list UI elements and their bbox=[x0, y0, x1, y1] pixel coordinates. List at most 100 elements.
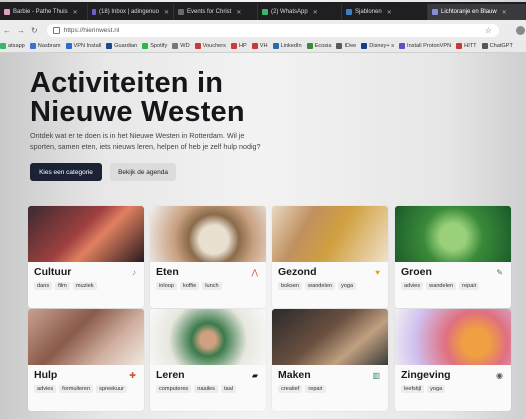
tag-list: boksen wandelen yoga bbox=[278, 282, 384, 290]
bookmark-favicon-icon bbox=[336, 43, 343, 49]
tag-list: inloop koffie lunch bbox=[156, 282, 262, 290]
tag-chip[interactable]: repair bbox=[459, 282, 480, 290]
tag-chip[interactable]: boksen bbox=[278, 282, 303, 290]
tag-chip[interactable]: advies bbox=[401, 282, 424, 290]
address-bar[interactable]: https://hierinwest.nl bbox=[46, 23, 499, 37]
bookmark-item[interactable]: Ecosia bbox=[306, 43, 331, 49]
category-card-zingeving[interactable]: Zingeving ◉ leefstijl yoga bbox=[395, 309, 511, 411]
bookmark-label: Nasbram bbox=[37, 43, 61, 49]
tag-chip[interactable]: naailes bbox=[194, 385, 218, 393]
category-card-hulp[interactable]: Hulp ✚ advies formulieren spreekuur bbox=[28, 309, 144, 411]
tag-chip[interactable]: wandelen bbox=[426, 282, 457, 290]
close-tab-icon[interactable]: ✕ bbox=[73, 9, 78, 16]
tag-chip[interactable]: taal bbox=[220, 385, 236, 393]
profile-avatar[interactable] bbox=[515, 25, 525, 35]
category-title: Hulp bbox=[34, 369, 58, 381]
screen: Barbie - Pathe Thuis ✕ (18) Inbox | ading… bbox=[0, 0, 526, 419]
tag-chip[interactable]: film bbox=[55, 282, 70, 290]
tag-chip[interactable]: yoga bbox=[338, 282, 357, 290]
tag-chip[interactable]: inloop bbox=[156, 282, 177, 290]
reload-icon[interactable]: ↻ bbox=[31, 26, 38, 35]
tag-chip[interactable]: creatief bbox=[278, 385, 303, 393]
bookmark-item[interactable]: Install ProtonVPN bbox=[399, 43, 451, 49]
back-icon[interactable]: ← bbox=[3, 26, 11, 35]
plant-icon: ✎ bbox=[496, 268, 503, 277]
bookmark-favicon-icon bbox=[456, 43, 463, 49]
tag-chip[interactable]: formulieren bbox=[59, 385, 94, 393]
category-title: Gezond bbox=[278, 266, 317, 278]
choose-category-button[interactable]: Kies een categorie bbox=[30, 163, 102, 181]
tab-whatsapp[interactable]: (2) WhatsApp ✕ bbox=[258, 4, 342, 20]
tab-label: Sjablonen bbox=[355, 9, 382, 15]
food-icon: ⋀ bbox=[251, 268, 258, 277]
tab-bar: Barbie - Pathe Thuis ✕ (18) Inbox | ading… bbox=[0, 2, 526, 20]
bookmark-label: atsapp bbox=[8, 43, 25, 49]
category-title: Groen bbox=[401, 266, 432, 278]
bookmark-item[interactable]: Nasbram bbox=[29, 43, 61, 49]
bookmark-item[interactable]: ChatGPT bbox=[481, 43, 513, 49]
bookmark-label: VPN Install bbox=[73, 43, 102, 49]
bookmark-item[interactable]: atsapp bbox=[0, 43, 25, 49]
bookmark-favicon-icon bbox=[29, 43, 36, 49]
category-card-maken[interactable]: Maken ▥ creatief repair bbox=[272, 309, 388, 411]
close-tab-icon[interactable]: ✕ bbox=[236, 9, 241, 16]
tag-chip[interactable]: yoga bbox=[427, 385, 446, 393]
close-tab-icon[interactable]: ✕ bbox=[502, 9, 507, 16]
category-photo bbox=[395, 206, 511, 262]
bookmark-favicon-icon bbox=[65, 43, 72, 49]
bookmark-favicon-icon bbox=[0, 43, 6, 49]
tag-list: advies wandelen repair bbox=[401, 282, 507, 290]
bookmark-label: ChatGPT bbox=[489, 43, 513, 49]
tab-barbie[interactable]: Barbie - Pathe Thuis ✕ bbox=[0, 4, 88, 20]
category-card-eten[interactable]: Eten ⋀ inloop koffie lunch bbox=[150, 206, 266, 308]
tag-chip[interactable]: repair bbox=[305, 385, 326, 393]
tag-chip[interactable]: computeres bbox=[156, 385, 192, 393]
bookmark-item[interactable]: LinkedIn bbox=[272, 43, 302, 49]
tab-inbox[interactable]: (18) Inbox | adingenuo ✕ bbox=[88, 4, 174, 20]
bookmark-item[interactable]: Vouchers bbox=[194, 43, 226, 49]
bookmark-item[interactable]: Spotify bbox=[142, 43, 167, 49]
tag-chip[interactable]: leefstijl bbox=[401, 385, 425, 393]
address-toolbar: ← → ↻ https://hierinwest.nl ☆ bbox=[0, 20, 526, 40]
forward-icon[interactable]: → bbox=[17, 26, 25, 35]
category-photo bbox=[28, 309, 144, 365]
category-photo bbox=[395, 309, 511, 365]
web-page: Activiteiten in Nieuwe Westen Ontdek wat… bbox=[0, 53, 526, 419]
tab-events[interactable]: Events for Christ ✕ bbox=[174, 4, 258, 20]
bookmark-item[interactable]: VH bbox=[251, 43, 268, 49]
address-url: https://hierinwest.nl bbox=[63, 26, 120, 34]
close-tab-icon[interactable]: ✕ bbox=[313, 9, 318, 16]
music-icon: ♪ bbox=[132, 268, 136, 277]
tab-lichtoranje[interactable]: Lichtoranje en Blauw ✕ bbox=[428, 4, 526, 20]
tab-sjablonen[interactable]: Sjablonen ✕ bbox=[342, 4, 428, 20]
category-title: Cultuur bbox=[34, 266, 72, 278]
tag-chip[interactable]: spreekuur bbox=[96, 385, 128, 393]
book-icon: ▰ bbox=[251, 371, 258, 380]
category-card-cultuur[interactable]: Cultuur ♪ dans film muziek bbox=[28, 206, 144, 308]
close-tab-icon[interactable]: ✕ bbox=[387, 9, 392, 16]
tag-chip[interactable]: wandelen bbox=[305, 282, 335, 290]
bookmark-item[interactable]: IDee bbox=[336, 43, 356, 49]
tag-chip[interactable]: lunch bbox=[202, 282, 222, 290]
bookmark-label: Install ProtonVPN bbox=[407, 43, 452, 49]
category-card-groen[interactable]: Groen ✎ advies wandelen repair bbox=[395, 206, 511, 308]
bookmark-item[interactable]: VPN Install bbox=[65, 43, 102, 49]
tab-favicon-icon bbox=[92, 9, 97, 15]
tag-chip[interactable]: muziek bbox=[72, 282, 97, 290]
tab-favicon-icon bbox=[262, 9, 268, 15]
view-agenda-button[interactable]: Bekijk de agenda bbox=[110, 163, 176, 181]
bookmark-item[interactable]: HP bbox=[230, 43, 247, 49]
bookmark-item[interactable]: Guardian bbox=[106, 43, 137, 49]
tab-label: (2) WhatsApp bbox=[271, 9, 308, 15]
category-card-gezond[interactable]: Gezond ♥ boksen wandelen yoga bbox=[272, 206, 388, 308]
tag-chip[interactable]: advies bbox=[34, 385, 57, 393]
tag-chip[interactable]: dans bbox=[34, 282, 53, 290]
category-card-leren[interactable]: Leren ▰ computeres naailes taal bbox=[150, 309, 266, 411]
category-photo bbox=[272, 206, 388, 262]
bookmark-star-icon[interactable]: ☆ bbox=[485, 26, 492, 35]
bookmark-item[interactable]: WD bbox=[172, 43, 190, 49]
tag-chip[interactable]: koffie bbox=[179, 282, 200, 290]
bookmark-item[interactable]: Disney+ s bbox=[361, 43, 394, 49]
bookmark-item[interactable]: HITT bbox=[456, 43, 477, 49]
close-tab-icon[interactable]: ✕ bbox=[164, 9, 169, 16]
